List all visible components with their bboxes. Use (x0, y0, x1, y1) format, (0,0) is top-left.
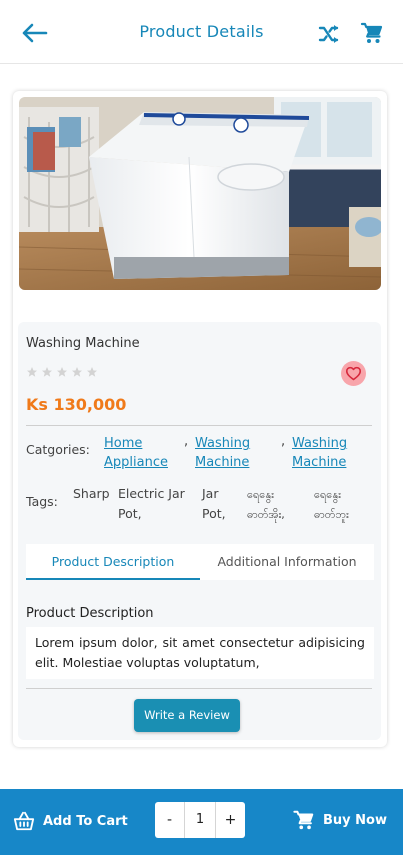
tag-text: ဓာတ်ဘူး (314, 508, 349, 521)
page-title: Product Details (139, 22, 264, 41)
quantity-increase-button[interactable]: + (215, 802, 245, 838)
categories-label: Catgories: (26, 442, 90, 457)
divider (26, 688, 372, 689)
product-image (19, 97, 381, 290)
shuffle-icon (318, 25, 339, 43)
tag-item: Sharp (73, 484, 110, 504)
bottom-action-bar: Add To Cart - 1 + Buy Now (0, 789, 403, 855)
divider (26, 425, 372, 426)
tag-text: Sharp (73, 486, 110, 501)
add-to-cart-button[interactable]: Add To Cart (13, 809, 128, 833)
quantity-stepper: - 1 + (155, 802, 245, 838)
category-link-line: Washing (195, 436, 251, 451)
description-heading: Product Description (26, 606, 154, 621)
heart-icon (345, 366, 362, 381)
product-info-panel: Washing Machine Ks 130,000 Catgories: Ho… (18, 322, 381, 740)
washing-machine-photo (19, 97, 381, 290)
tag-item: ရေနွေး ဓာတ်အိုး, (247, 485, 285, 525)
category-link-line: Washing (292, 436, 348, 451)
rating-stars (26, 366, 98, 378)
quantity-decrease-button[interactable]: - (155, 802, 185, 838)
tag-text: Electric Jar (118, 486, 185, 501)
cart-icon (293, 810, 314, 830)
category-link-washing-machine-2[interactable]: Washing Machine (292, 434, 347, 472)
tag-item: Jar Pot, (202, 484, 226, 524)
cart-icon (360, 22, 383, 43)
write-review-button[interactable]: Write a Review (134, 699, 240, 732)
quantity-value[interactable]: 1 (185, 802, 215, 838)
tab-additional-information[interactable]: Additional Information (200, 544, 374, 580)
star-icon (72, 367, 82, 377)
app-header: Product Details (0, 0, 403, 64)
tab-product-description[interactable]: Product Description (26, 544, 200, 580)
category-link-washing-machine[interactable]: Washing Machine (195, 434, 250, 472)
category-link-line: Machine (195, 455, 250, 470)
add-to-cart-label: Add To Cart (43, 813, 128, 829)
tag-item: ရေနွေး ဓာတ်ဘူး (314, 485, 349, 525)
tag-text: ရေနွေး (247, 488, 274, 501)
star-icon (57, 367, 67, 377)
tags-label: Tags: (26, 494, 58, 509)
category-separator: , (281, 434, 286, 449)
tag-text: Pot, (202, 506, 226, 521)
star-icon (42, 367, 52, 377)
star-icon (87, 367, 97, 377)
category-separator: , (184, 434, 189, 449)
tag-text: Jar (202, 486, 219, 501)
category-link-home-appliance[interactable]: Home Appliance (104, 434, 168, 472)
favorite-button[interactable] (341, 361, 366, 386)
basket-icon (13, 811, 35, 831)
tag-text: ရေနွေး (314, 488, 341, 501)
buy-now-button[interactable]: Buy Now (293, 808, 387, 832)
shuffle-button[interactable] (317, 22, 341, 46)
star-icon (27, 367, 37, 377)
tag-text: ဓာတ်အိုး, (247, 508, 285, 521)
description-tabs: Product Description Additional Informati… (26, 544, 374, 580)
product-price: Ks 130,000 (26, 395, 127, 414)
category-link-line: Machine (292, 455, 347, 470)
buy-now-label: Buy Now (323, 812, 387, 828)
product-name: Washing Machine (26, 336, 140, 351)
category-link-line: Home (104, 436, 143, 451)
cart-button[interactable] (360, 21, 384, 45)
description-text: Lorem ipsum dolor, sit amet consectetur … (26, 627, 374, 679)
tag-text: Pot, (118, 506, 142, 521)
product-card: Washing Machine Ks 130,000 Catgories: Ho… (13, 91, 387, 747)
tag-item: Electric Jar Pot, (118, 484, 185, 524)
category-link-line: Appliance (104, 455, 168, 470)
